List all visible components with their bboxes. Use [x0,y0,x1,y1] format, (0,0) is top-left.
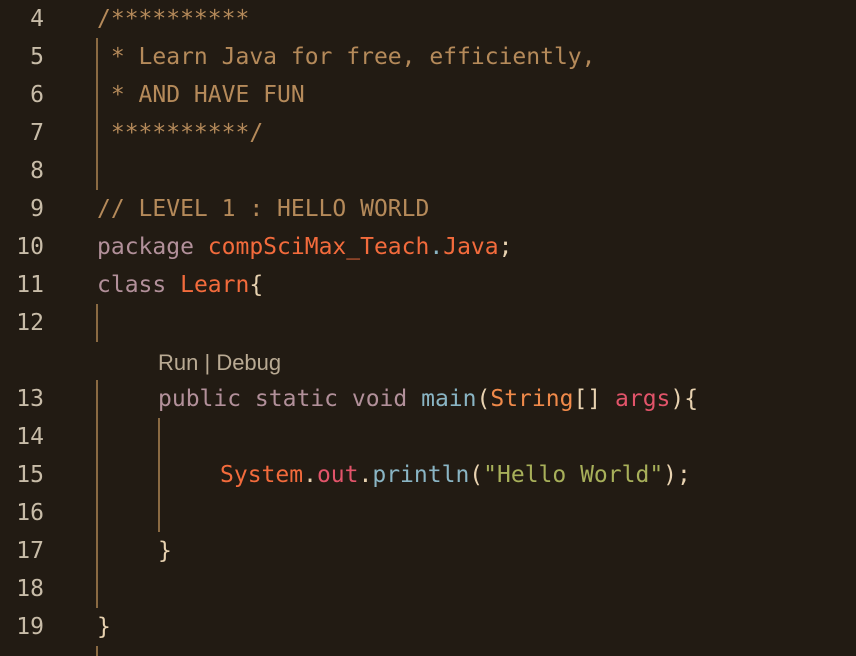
codelens-run-link[interactable]: Run [158,350,198,375]
line-number: 15 [16,462,44,488]
line-number: 8 [30,158,44,184]
code-line-17: } [158,538,172,564]
package-name: compSciMax_Teach [207,234,430,260]
indent-guide [96,380,98,608]
line-number: 5 [30,44,44,70]
open-brace: { [249,272,264,298]
indent-guide [96,304,98,342]
package-name-part: Java [443,234,499,260]
code-line-7: **********/ [97,120,264,146]
code-line-15: System.out.println("Hello World"); [220,456,691,494]
indent-guide [158,418,160,532]
line-number: 19 [16,614,44,640]
code-line-11: class Learn{ [97,266,263,304]
line-number: 6 [30,82,44,108]
line-number: 10 [16,234,44,260]
code-line-10: package compSciMax_Teach.Java; [97,228,512,266]
method-name: main [421,386,477,412]
string-literal: "Hello World" [483,462,664,488]
codelens-separator: | [198,350,217,375]
line-number: 17 [16,538,44,564]
method-modifiers: public static void [158,386,408,412]
close-paren-semicolon: ); [663,462,691,488]
field-ref: out [316,462,359,488]
parameter-name: args [615,386,671,412]
dot: . [429,234,444,260]
line-number: 9 [30,196,44,222]
type-name: String [490,386,574,412]
code-line-4: /********** [97,6,250,32]
semicolon: ; [498,234,513,260]
keyword-package: package [97,234,194,260]
line-number: 4 [30,6,44,32]
open-paren: ( [476,386,491,412]
dot: . [358,462,373,488]
codelens-debug-link[interactable]: Debug [216,350,281,375]
open-paren: ( [469,462,484,488]
code-line-19: } [97,614,111,640]
indent-guide [96,646,98,656]
method-call: println [372,462,470,488]
line-number: 16 [16,500,44,526]
keyword-class: class [97,272,167,298]
dot: . [303,462,317,488]
line-number: 7 [30,120,44,146]
close-paren-brace: ){ [670,386,699,412]
codelens: Run | Debug [158,344,281,382]
code-line-6: * AND HAVE FUN [97,82,305,108]
code-editor[interactable]: 4 5 6 7 8 9 10 11 12 13 14 15 16 17 18 1… [0,0,856,656]
code-line-9: // LEVEL 1 : HELLO WORLD [97,196,430,222]
line-number: 13 [16,386,44,412]
line-number: 14 [16,424,44,450]
class-ref: System [220,462,304,488]
line-number: 12 [16,310,44,336]
array-brackets: [] [573,386,602,412]
class-name: Learn [180,272,250,298]
code-line-13: public static void main(String[] args){ [158,380,698,418]
code-line-5: * Learn Java for free, efficiently, [97,44,596,70]
line-number: 18 [16,576,44,602]
line-number: 11 [16,272,44,298]
